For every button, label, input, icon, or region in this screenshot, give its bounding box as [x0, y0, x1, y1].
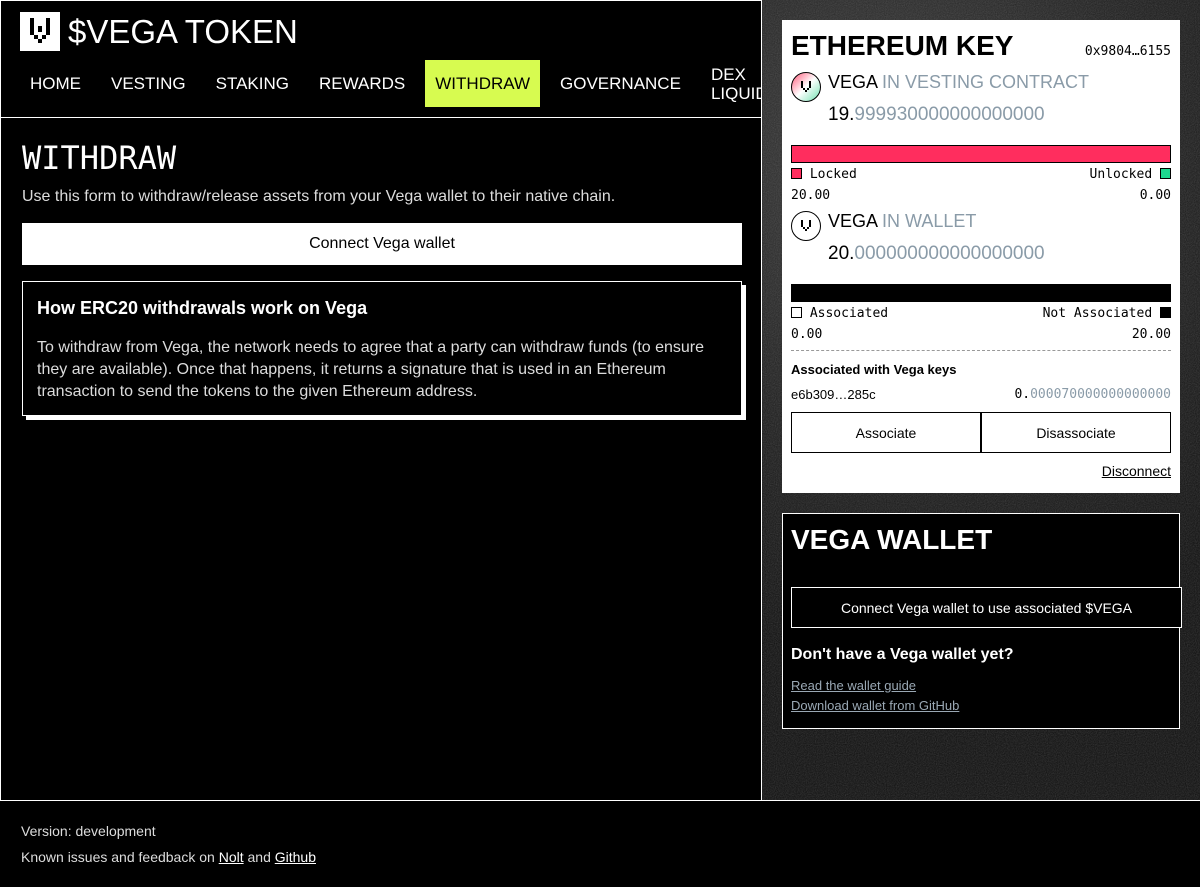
page-description: Use this form to withdraw/release assets… [22, 188, 616, 205]
ethereum-key-title: ETHEREUM KEY [791, 30, 1014, 61]
vega-wallet-card: VEGA WALLET Connect Vega wallet to use a… [782, 513, 1182, 729]
feedback-and: and [247, 849, 271, 865]
nolt-link[interactable]: Nolt [219, 849, 244, 865]
not-associated-legend: Not Associated [1043, 306, 1171, 321]
wallet-amount: 20.000000000000000000 [828, 243, 1171, 265]
info-title: How ERC20 withdrawals work on Vega [37, 298, 368, 318]
wallet-token-name: VEGA [828, 211, 879, 231]
wallet-amount-dec: 000000000000000000 [854, 243, 1045, 264]
associated-value: 0.00 [791, 327, 823, 342]
connect-vega-wallet-button[interactable]: Connect Vega wallet [22, 223, 742, 265]
nav-governance[interactable]: GOVERNANCE [550, 60, 691, 107]
vesting-token-name: VEGA [828, 72, 879, 92]
vega-wallet-token-icon [791, 211, 821, 241]
main-panel: $VEGA TOKEN HOME VESTING STAKING REWARDS… [0, 0, 794, 800]
wallet-token-label: VEGA IN WALLET [828, 211, 976, 241]
associated-key-amount-int: 0. [1014, 387, 1031, 402]
app-title: $VEGA TOKEN [68, 13, 298, 50]
content: WITHDRAW Use this form to withdraw/relea… [1, 118, 761, 420]
github-link[interactable]: Github [275, 849, 316, 865]
nav-vesting[interactable]: VESTING [101, 60, 196, 107]
info-text: To withdraw from Vega, the network needs… [37, 339, 705, 400]
wallet-amount-int: 20. [828, 243, 855, 264]
locked-progress-bar [791, 145, 1171, 163]
disconnect-link[interactable]: Disconnect [791, 463, 1171, 479]
main-nav: HOME VESTING STAKING REWARDS WITHDRAW GO… [20, 60, 814, 107]
vesting-token-label: VEGA IN VESTING CONTRACT [828, 72, 1089, 93]
feedback-prefix: Known issues and feedback on [21, 849, 215, 865]
associate-button[interactable]: Associate [791, 412, 981, 453]
brand[interactable]: $VEGA TOKEN [20, 12, 298, 51]
association-actions: Associate Disassociate [791, 412, 1171, 453]
locked-label: Locked [809, 167, 857, 182]
not-associated-value: 20.00 [1131, 327, 1171, 342]
wallet-guide-link[interactable]: Read the wallet guide [791, 678, 1171, 693]
nav-home[interactable]: HOME [20, 60, 91, 107]
unlocked-swatch [1160, 168, 1171, 179]
associated-key-row: e6b309…285c 0.000070000000000000 [791, 387, 1171, 402]
locked-value: 20.00 [791, 188, 831, 203]
locked-swatch [791, 168, 802, 179]
associated-swatch [791, 307, 802, 318]
associated-key-amount-dec: 000070000000000000 [1030, 387, 1171, 402]
divider [791, 350, 1171, 351]
nav-withdraw[interactable]: WITHDRAW [425, 60, 541, 107]
associated-legend: Associated [791, 306, 888, 321]
ethereum-address[interactable]: 0x9804…6155 [1085, 44, 1171, 59]
associated-keys-title: Associated with Vega keys [791, 362, 957, 377]
vega-wallet-title: VEGA WALLET [791, 524, 993, 555]
unlocked-legend: Unlocked [1090, 167, 1171, 182]
header: $VEGA TOKEN HOME VESTING STAKING REWARDS… [1, 1, 794, 118]
vesting-amount-int: 19. [828, 104, 855, 125]
wallet-token-row: VEGA IN WALLET [791, 211, 1171, 241]
vesting-token-row: VEGA IN VESTING CONTRACT [791, 72, 1171, 102]
unlocked-label: Unlocked [1089, 167, 1153, 182]
no-wallet-heading: Don't have a Vega wallet yet? [791, 646, 1014, 663]
connect-vega-wallet-sidebar-button[interactable]: Connect Vega wallet to use associated $V… [791, 587, 1182, 628]
vesting-token-context: IN VESTING CONTRACT [882, 72, 1090, 92]
nav-staking[interactable]: STAKING [206, 60, 299, 107]
info-callout: How ERC20 withdrawals work on Vega To wi… [22, 281, 746, 420]
feedback-line: Known issues and feedback on Nolt and Gi… [21, 849, 1179, 865]
ethereum-key-card: ETHEREUM KEY 0x9804…6155 VEGA IN VESTING … [782, 20, 1180, 493]
page-title: WITHDRAW [22, 139, 177, 177]
wallet-token-context: IN WALLET [882, 211, 977, 231]
vesting-amount: 19.999930000000000000 [828, 104, 1171, 126]
version-text: Version: development [21, 823, 156, 839]
download-wallet-link[interactable]: Download wallet from GitHub [791, 698, 1171, 713]
associated-key-amount: 0.000070000000000000 [1014, 387, 1171, 402]
association-legend: Associated Not Associated [791, 306, 1171, 321]
vega-logo-icon [20, 12, 60, 51]
vega-token-icon [791, 72, 821, 102]
associated-label: Associated [809, 306, 889, 321]
locked-legend: Locked [791, 167, 857, 182]
vesting-legend: Locked Unlocked [791, 167, 1171, 182]
associated-key: e6b309…285c [791, 387, 876, 402]
association-progress-bar [791, 284, 1171, 302]
not-associated-label: Not Associated [1042, 306, 1153, 321]
info-callout-body: How ERC20 withdrawals work on Vega To wi… [22, 281, 742, 416]
nav-rewards[interactable]: REWARDS [309, 60, 415, 107]
vesting-values: 20.00 0.00 [791, 188, 1171, 203]
vesting-amount-dec: 999930000000000000 [854, 104, 1045, 125]
footer: Version: development Known issues and fe… [0, 800, 1200, 887]
disassociate-button[interactable]: Disassociate [981, 412, 1171, 453]
unlocked-value: 0.00 [1139, 188, 1171, 203]
ethereum-key-header: ETHEREUM KEY 0x9804…6155 [791, 30, 1171, 62]
association-values: 0.00 20.00 [791, 327, 1171, 342]
sidebar: ETHEREUM KEY 0x9804…6155 VEGA IN VESTING … [762, 0, 1200, 800]
not-associated-swatch [1160, 307, 1171, 318]
